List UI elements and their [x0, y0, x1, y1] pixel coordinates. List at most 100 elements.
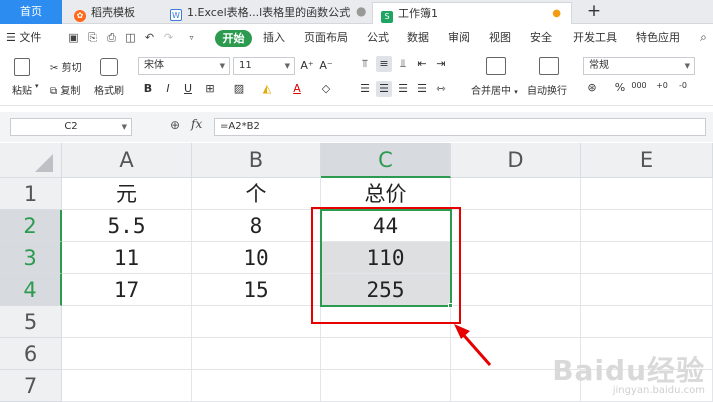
menu-formulas[interactable]: 公式 — [367, 25, 389, 51]
cell-a4[interactable]: 17 — [62, 274, 192, 306]
new-tab-button[interactable]: + — [584, 0, 604, 24]
align-left-icon[interactable]: ☰ — [357, 81, 373, 97]
cell-a7[interactable] — [62, 370, 192, 402]
cell-e4[interactable] — [581, 274, 713, 306]
cell-b5[interactable] — [192, 306, 321, 338]
print-preview-icon[interactable]: ◫ — [124, 31, 137, 44]
menu-developer[interactable]: 开发工具 — [573, 25, 617, 51]
merge-center-button[interactable]: 合并居中 ▾ — [471, 82, 518, 97]
cell-b7[interactable] — [192, 370, 321, 402]
paste-icon[interactable] — [14, 58, 30, 76]
paste-button[interactable]: 粘贴 — [12, 82, 32, 97]
copy-button[interactable]: ⧉ 复制 — [50, 82, 80, 97]
cell-b2[interactable]: 8 — [192, 210, 321, 242]
format-painter-icon[interactable] — [100, 58, 118, 76]
percent-button[interactable]: % — [612, 80, 628, 96]
bold-button[interactable]: B — [140, 81, 156, 97]
tab-docer-templates[interactable]: ✿ 稻壳模板 — [66, 2, 160, 24]
number-format-select[interactable]: 常规 ▼ — [583, 57, 695, 75]
cell-d2[interactable] — [451, 210, 581, 242]
cell-c3[interactable]: 110 — [321, 242, 451, 274]
row-header-7[interactable]: 7 — [0, 370, 62, 402]
cell-b4[interactable]: 15 — [192, 274, 321, 306]
increase-decimal-button[interactable]: +0 — [654, 78, 670, 94]
home-tab[interactable]: 首页 — [0, 0, 62, 24]
align-bottom-icon[interactable]: ⫫ — [395, 56, 411, 72]
indent-increase-icon[interactable]: ⇥ — [433, 56, 449, 72]
decrease-decimal-button[interactable]: -0 — [675, 78, 691, 94]
insert-function-button[interactable]: fx — [191, 117, 202, 131]
menu-special[interactable]: 特色应用 — [636, 25, 680, 51]
name-box[interactable]: C2 ▼ — [10, 118, 132, 136]
row-header-4[interactable]: 4 — [0, 274, 62, 306]
cut-button[interactable]: ✂ 剪切 — [50, 59, 82, 74]
align-top-icon[interactable]: ⫪ — [357, 56, 373, 72]
increase-font-icon[interactable]: A⁺ — [299, 58, 315, 74]
menu-insert[interactable]: 插入 — [263, 25, 285, 51]
thousands-button[interactable]: 000 — [631, 78, 647, 94]
menu-view[interactable]: 视图 — [489, 25, 511, 51]
tab-workbook1[interactable]: S 工作簿1 ● — [372, 2, 572, 24]
search-icon[interactable]: ⌕ — [697, 31, 710, 44]
cell-b1[interactable]: 个 — [192, 178, 321, 210]
menu-start[interactable]: 开始 — [215, 30, 252, 47]
column-header-c[interactable]: C — [321, 143, 451, 178]
font-size-select[interactable]: 11 ▼ — [233, 57, 295, 75]
column-header-d[interactable]: D — [451, 143, 581, 178]
menu-data[interactable]: 数据 — [407, 25, 429, 51]
tab-excel-formulas-doc[interactable]: W 1.Excel表格...l表格里的函数公式 — [162, 2, 358, 24]
align-right-icon[interactable]: ☰ — [395, 81, 411, 97]
cell-c5[interactable] — [321, 306, 451, 338]
cell-e3[interactable] — [581, 242, 713, 274]
format-painter-button[interactable]: 格式刷 — [94, 82, 124, 97]
menu-file[interactable]: ☰ 文件 — [6, 25, 41, 51]
cell-c4[interactable]: 255 — [321, 274, 451, 306]
cell-c6[interactable] — [321, 338, 451, 370]
row-header-1[interactable]: 1 — [0, 178, 62, 210]
fill-color-icon[interactable]: ◭ — [259, 81, 275, 97]
indent-decrease-icon[interactable]: ⇤ — [414, 56, 430, 72]
select-all-button[interactable] — [0, 143, 62, 178]
cell-a1[interactable]: 元 — [62, 178, 192, 210]
row-header-5[interactable]: 5 — [0, 306, 62, 338]
cell-a2[interactable]: 5.5 — [62, 210, 192, 242]
print-icon[interactable]: ⎙ — [105, 31, 118, 44]
cell-a6[interactable] — [62, 338, 192, 370]
align-center-icon[interactable]: ☰ — [376, 81, 392, 97]
decrease-font-icon[interactable]: A⁻ — [318, 58, 334, 74]
merge-center-icon[interactable] — [486, 57, 506, 75]
column-header-a[interactable]: A — [62, 143, 192, 178]
menu-page-layout[interactable]: 页面布局 — [304, 25, 348, 51]
underline-button[interactable]: U — [180, 81, 196, 97]
font-color-icon[interactable]: A — [289, 81, 305, 97]
paste-chevron-icon[interactable]: ▾ — [35, 82, 39, 90]
cell-d1[interactable] — [451, 178, 581, 210]
cell-e1[interactable] — [581, 178, 713, 210]
cell-d4[interactable] — [451, 274, 581, 306]
align-middle-icon[interactable]: ≡ — [376, 56, 392, 72]
row-header-6[interactable]: 6 — [0, 338, 62, 370]
cell-c2[interactable]: 44 — [321, 210, 451, 242]
cell-c7[interactable] — [321, 370, 451, 402]
column-header-b[interactable]: B — [192, 143, 321, 178]
menu-review[interactable]: 审阅 — [448, 25, 470, 51]
justify-icon[interactable]: ☰ — [414, 81, 430, 97]
fill-pattern-icon[interactable]: ▨ — [231, 81, 247, 97]
italic-button[interactable]: I — [160, 81, 176, 97]
clear-format-icon[interactable]: ◇ — [318, 81, 334, 97]
row-header-3[interactable]: 3 — [0, 242, 62, 274]
font-name-select[interactable]: 宋体 ▼ — [138, 57, 230, 75]
save-icon[interactable]: ▣ — [67, 31, 80, 44]
redo-icon[interactable]: ↷ — [162, 31, 175, 44]
fill-handle[interactable] — [448, 303, 453, 308]
wrap-text-button[interactable]: 自动换行 — [527, 82, 567, 97]
zoom-icon[interactable]: ⊕ — [170, 118, 180, 132]
currency-icon[interactable]: ⊛ — [584, 80, 600, 96]
cell-a3[interactable]: 11 — [62, 242, 192, 274]
undo-icon[interactable]: ↶ — [143, 31, 156, 44]
cell-d3[interactable] — [451, 242, 581, 274]
export-icon[interactable]: ⎘ — [86, 31, 99, 44]
row-header-2[interactable]: 2 — [0, 210, 62, 242]
wrap-text-icon[interactable] — [539, 57, 559, 75]
cell-b3[interactable]: 10 — [192, 242, 321, 274]
